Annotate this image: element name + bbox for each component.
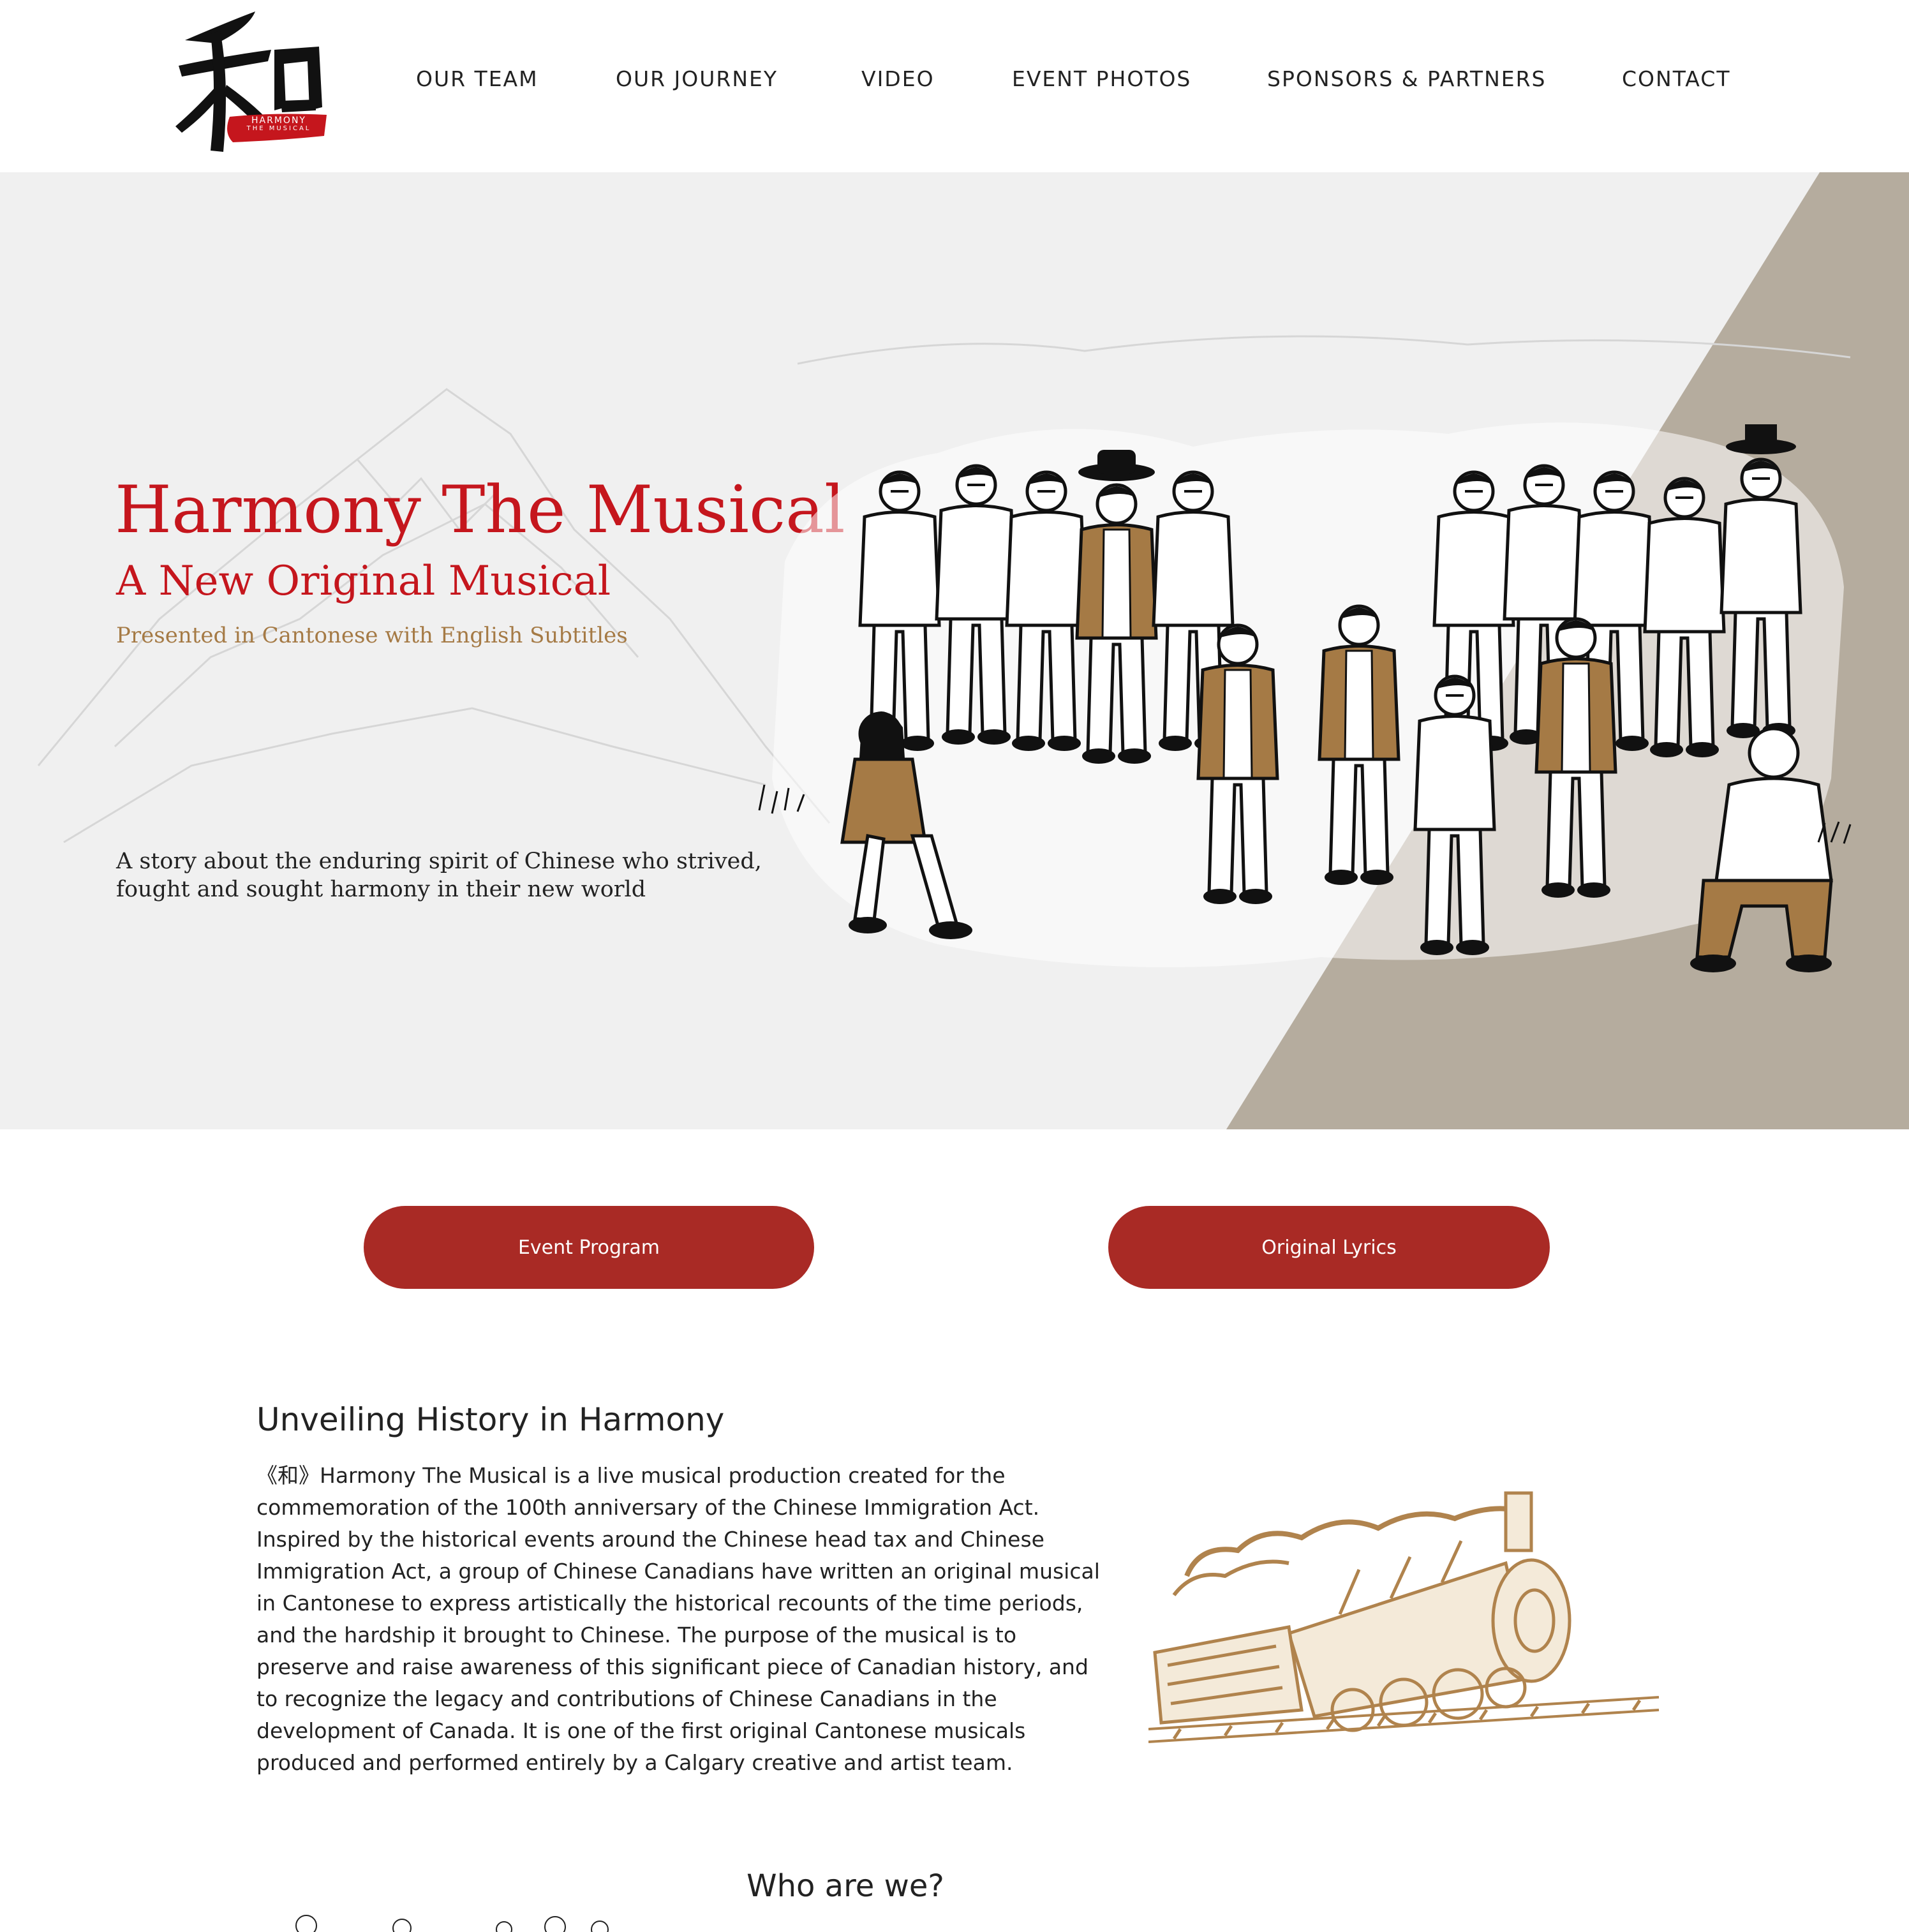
nav-contact[interactable]: CONTACT: [1622, 66, 1731, 91]
original-lyrics-button[interactable]: Original Lyrics: [1108, 1206, 1550, 1289]
nav-our-journey[interactable]: OUR JOURNEY: [616, 66, 778, 91]
team-sketch-preview: [295, 1915, 609, 1932]
steam-train-illustration: [1148, 1491, 1660, 1743]
who-are-we-title: Who are we?: [747, 1868, 944, 1904]
nav-event-photos[interactable]: EVENT PHOTOS: [1012, 66, 1191, 91]
nav-video[interactable]: VIDEO: [861, 66, 935, 91]
hero-language-note: Presented in Cantonese with English Subt…: [116, 623, 628, 648]
cast-illustration: [758, 422, 1852, 972]
nav-our-team[interactable]: OUR TEAM: [416, 66, 539, 91]
event-program-button[interactable]: Event Program: [364, 1206, 814, 1289]
about-body: 《和》Harmony The Musical is a live musical…: [256, 1463, 1100, 1775]
logo-wordmark: HARMONY THE MUSICAL: [237, 116, 320, 132]
hero-subtitle: A New Original Musical: [116, 558, 611, 605]
about-title: Unveiling History in Harmony: [256, 1401, 725, 1438]
site-header: HARMONY THE MUSICAL OUR TEAM OUR JOURNEY…: [0, 0, 1909, 172]
logo-text-line1: HARMONY: [251, 115, 306, 126]
logo-text-line2: THE MUSICAL: [246, 124, 311, 132]
main-nav: OUR TEAM OUR JOURNEY VIDEO EVENT PHOTOS …: [0, 66, 1909, 98]
nav-sponsors-partners[interactable]: SPONSORS & PARTNERS: [1267, 66, 1546, 91]
hero-title: Harmony The Musical: [115, 472, 845, 548]
hero-story-text: A story about the enduring spirit of Chi…: [116, 849, 762, 902]
hero-banner: Harmony The Musical A New Original Music…: [0, 172, 1909, 1129]
